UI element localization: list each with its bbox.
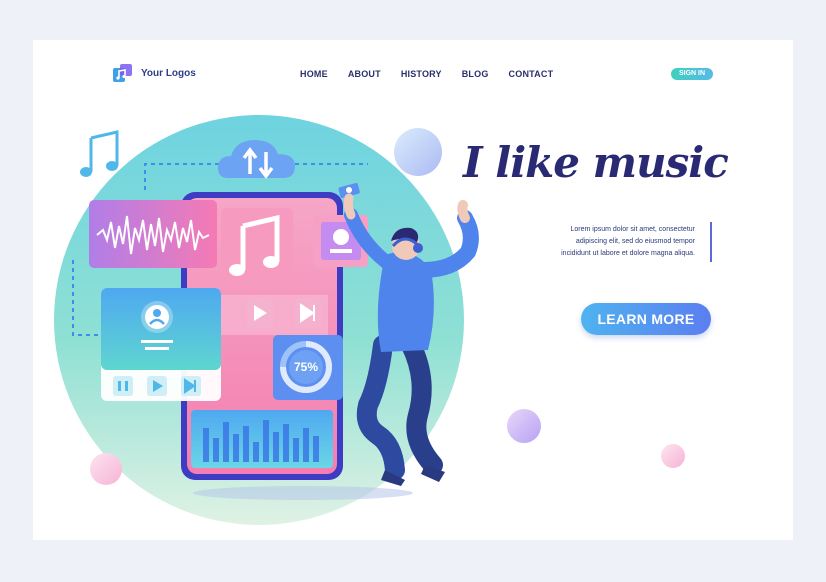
- hero-divider: [710, 222, 712, 262]
- music-note-icon: [80, 130, 119, 177]
- waveform-card: [89, 200, 217, 268]
- hero-title: I like music: [463, 138, 729, 187]
- hero-body: Lorem ipsum dolor sit amet, consectetur …: [513, 224, 695, 260]
- pause-icon[interactable]: [118, 381, 121, 391]
- progress-label: 75%: [294, 360, 318, 374]
- user-icon: [153, 309, 161, 317]
- music-note-card: [221, 208, 293, 280]
- decor-bubble: [661, 444, 685, 468]
- hero-body-line: incididunt ut labore et dolore magna ali…: [561, 250, 695, 257]
- progress-card: 75%: [273, 335, 343, 400]
- music-illustration: 75%: [54, 115, 685, 525]
- hero-body-line: Lorem ipsum dolor sit amet, consectetur: [570, 226, 696, 233]
- decor-bubble: [90, 453, 122, 485]
- landing-page-card: Your Logos HOME ABOUT HISTORY BLOG CONTA…: [33, 40, 793, 540]
- player-card: [101, 288, 221, 401]
- decor-bubble: [507, 409, 541, 443]
- hero-body-line: adipiscing elit, sed do eiusmod tempor: [575, 238, 695, 245]
- decor-bubble: [394, 128, 442, 176]
- learn-more-button[interactable]: LEARN MORE: [581, 303, 711, 335]
- floor-shadow: [193, 486, 413, 500]
